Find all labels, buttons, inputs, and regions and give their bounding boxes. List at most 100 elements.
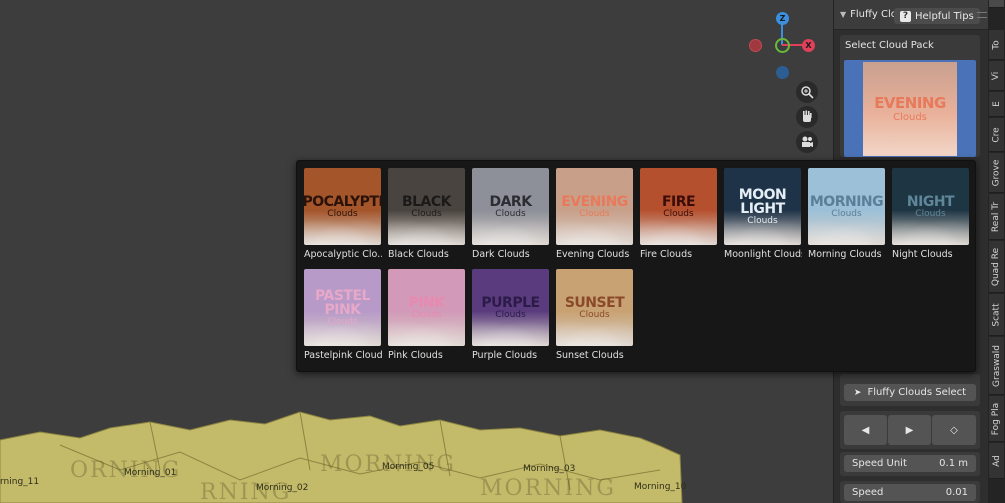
cloud-pack-label: Dark Clouds	[472, 249, 530, 260]
drag-handle-icon[interactable]	[977, 12, 987, 18]
cloud-bank	[472, 316, 549, 346]
tab-e[interactable]: E	[989, 92, 1004, 117]
fluffy-clouds-select-label: Fluffy Clouds Select	[867, 387, 967, 398]
cloud-pack-title: DARK	[489, 193, 532, 210]
cloud-pack-label: Black Clouds	[388, 249, 449, 260]
arrow-left-icon: ◀	[861, 424, 870, 436]
sidebar-tabs: To Vi E Cre Grove Real Tr Quad Re Scatt …	[988, 0, 1005, 503]
speed-unit-field[interactable]: Speed Unit 0.1 m	[844, 455, 976, 472]
tab-grove[interactable]: Grove	[989, 153, 1004, 193]
cloud-pack-thumbnail[interactable]: BLACK Clouds Black Clouds	[388, 168, 466, 260]
cloud-pack-image: MORNING Clouds	[808, 168, 885, 245]
helpful-tips-button[interactable]: ? Helpful Tips	[894, 8, 980, 24]
cloud-bank	[388, 215, 465, 245]
cloud-pack-thumbnail[interactable]: PINK Clouds Pink Clouds	[388, 269, 466, 361]
preview-subtitle: Clouds	[893, 112, 927, 123]
cloud-pack-thumbnail[interactable]: EVENING Clouds Evening Clouds	[556, 168, 634, 260]
navigation-gizmo[interactable]: Z X	[745, 10, 820, 85]
cloud-pack-title: FIRE	[661, 193, 696, 210]
speed-box: Speed 0.01	[840, 481, 980, 503]
cloud-pack-subtitle: Clouds	[579, 309, 610, 320]
camera-icon[interactable]	[796, 131, 818, 153]
cloud-pack-image: BLACK Clouds	[388, 168, 465, 245]
cloud-pack-thumbnail[interactable]: PURPLE Clouds Purple Clouds	[472, 269, 550, 361]
cloud-pack-thumbnail[interactable]: DARK Clouds Dark Clouds	[472, 168, 550, 260]
cloud-pack-image: PURPLE Clouds	[472, 269, 549, 346]
cloud-pack-image: PINK Clouds	[388, 269, 465, 346]
cursor-icon: ➤	[853, 387, 862, 398]
cloud-pack-thumbnail[interactable]: MORNING Clouds Morning Clouds	[808, 168, 886, 260]
tab-vi[interactable]: Vi	[989, 61, 1004, 91]
arrow-right-icon: ▶	[905, 424, 914, 436]
cloud-pack-title: MORNING	[809, 193, 884, 210]
cloud-pack-thumbnail[interactable]: APOCALYPTICClouds Apocalyptic Clo...	[304, 168, 382, 260]
cloud-pack-label: Night Clouds	[892, 249, 953, 260]
neg-z-axis-handle[interactable]	[776, 66, 789, 79]
cloud-bank	[640, 215, 717, 245]
terrain-label: Morning_03	[523, 464, 576, 474]
hand-icon[interactable]	[796, 106, 818, 128]
cloud-pack-image: MOON LIGHT Clouds	[724, 168, 801, 245]
tab-cre[interactable]: Cre	[989, 118, 1004, 152]
hand-icon-glyph	[803, 110, 812, 122]
navigation-buttons-box: ◀ ▶ ◇	[840, 411, 980, 449]
helpful-tips-label: Helpful Tips	[915, 10, 974, 22]
cloud-pack-thumbnail[interactable]: NIGHT Clouds Night Clouds	[892, 168, 970, 260]
cloud-pack-subtitle: Clouds	[327, 316, 358, 327]
tab-to[interactable]: To	[989, 30, 1004, 60]
cloud-bank	[388, 316, 465, 346]
cloud-pack-thumbnail[interactable]: PASTEL PINK Clouds Pastelpink Clouds	[304, 269, 382, 361]
cloud-pack-label: Moonlight Clouds	[724, 249, 802, 260]
cloud-bank	[892, 215, 969, 245]
keyframe-button[interactable]: ◇	[932, 415, 976, 445]
speed-unit-box: Speed Unit 0.1 m	[840, 452, 980, 476]
cloud-pack-title: PINK	[408, 294, 445, 311]
fluffy-clouds-select-button[interactable]: ➤ Fluffy Clouds Select	[844, 384, 976, 401]
speed-value: 0.01	[945, 487, 968, 498]
y-axis-handle[interactable]	[775, 38, 790, 53]
tab-graswald[interactable]: Graswald	[989, 337, 1004, 395]
cloud-pack-subtitle: Clouds	[327, 208, 358, 219]
cloud-pack-subtitle: Clouds	[411, 208, 442, 219]
cloud-pack-image: APOCALYPTICClouds	[304, 168, 381, 245]
tab-ad[interactable]: Ad	[989, 443, 1004, 479]
cloud-pack-thumbnail[interactable]: FIRE Clouds Fire Clouds	[640, 168, 718, 260]
cloud-pack-thumbnail[interactable]: SUNSET Clouds Sunset Clouds	[556, 269, 634, 361]
cloud-pack-popup: APOCALYPTICCloudsApocalyptic Clo...BLACK…	[296, 160, 976, 372]
cloud-pack-subtitle: Clouds	[747, 215, 778, 226]
cloud-pack-label: Fire Clouds	[640, 249, 693, 260]
cloud-pack-subtitle: Clouds	[915, 208, 946, 219]
terrain-label: rning_11	[0, 477, 40, 487]
cloud-pack-title: SUNSET	[564, 294, 625, 311]
terrain-label: Morning_01	[124, 468, 177, 478]
previous-button[interactable]: ◀	[844, 415, 887, 445]
tab-real-tree[interactable]: Real Tr	[989, 194, 1004, 240]
zoom-icon[interactable]	[796, 81, 818, 103]
z-axis-handle[interactable]: Z	[776, 12, 789, 25]
cloud-bank	[808, 215, 885, 245]
neg-x-axis-handle[interactable]	[749, 39, 762, 52]
speed-label: Speed	[852, 487, 884, 498]
cloud-pack-thumbnail[interactable]: MOON LIGHT Clouds Moonlight Clouds	[724, 168, 802, 260]
cloud-pack-preview[interactable]: EVENING Clouds	[844, 60, 976, 157]
cloud-pack-image: NIGHT Clouds	[892, 168, 969, 245]
collapse-triangle-icon[interactable]: ▼	[840, 10, 846, 19]
preview-image: EVENING Clouds	[863, 61, 957, 156]
x-axis-handle[interactable]: X	[802, 39, 815, 52]
cloud-pack-subtitle: Clouds	[579, 208, 610, 219]
camera-icon-glyph	[802, 136, 813, 147]
tab-scatter[interactable]: Scatt	[989, 294, 1004, 336]
cloud-pack-label: Morning Clouds	[808, 249, 882, 260]
cloud-pack-title: NIGHT	[906, 193, 955, 210]
tab-fog-plane[interactable]: Fog Pla	[989, 396, 1004, 442]
cloud-pack-label: Evening Clouds	[556, 249, 630, 260]
cloud-pack-image: SUNSET Clouds	[556, 269, 633, 346]
next-button[interactable]: ▶	[888, 415, 931, 445]
preview-title: EVENING	[874, 94, 946, 112]
speed-field[interactable]: Speed 0.01	[844, 484, 976, 501]
cloud-pack-image: PASTEL PINK Clouds	[304, 269, 381, 346]
zoom-icon-glyph	[801, 86, 814, 99]
tab-active[interactable]	[989, 0, 1004, 8]
cloud-pack-image: FIRE Clouds	[640, 168, 717, 245]
tab-quad-remesher[interactable]: Quad Re	[989, 241, 1004, 293]
